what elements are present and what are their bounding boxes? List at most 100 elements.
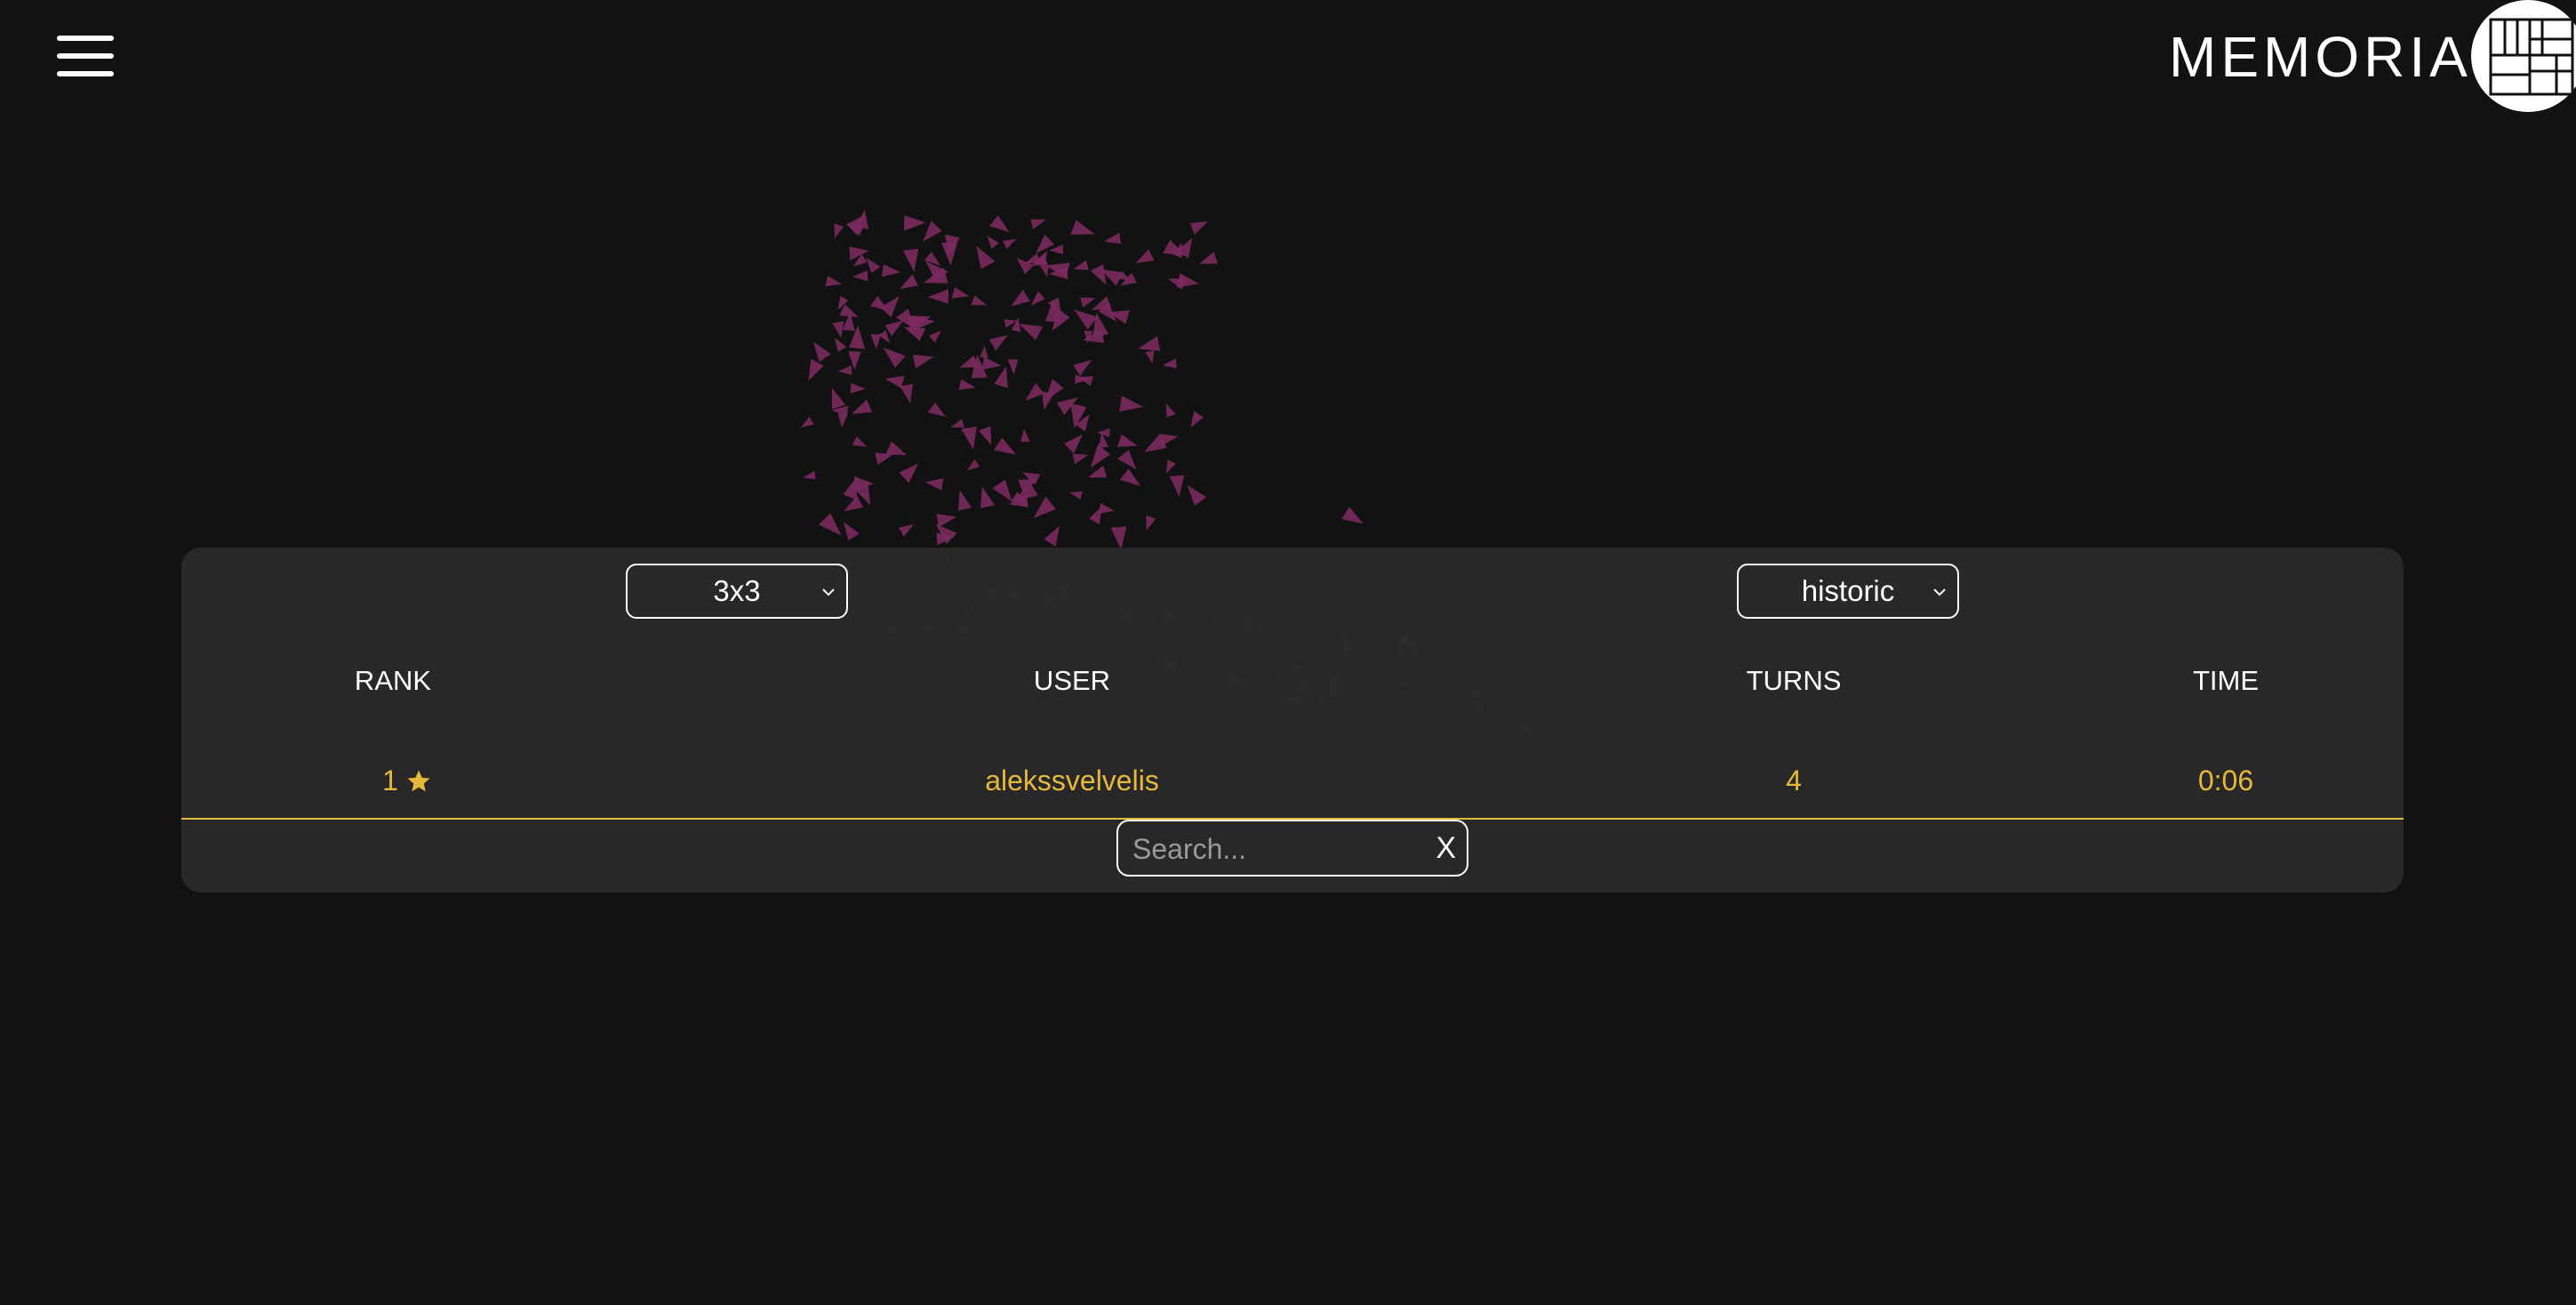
flock-bird-shape	[834, 337, 847, 352]
flock-bird-shape	[936, 532, 955, 546]
app-title: MEMORIA	[2169, 25, 2472, 89]
flock-bird-shape	[923, 220, 942, 242]
flock-bird-shape	[853, 476, 875, 491]
flock-bird-shape	[1019, 324, 1044, 340]
flock-bird-shape	[831, 388, 846, 410]
flock-bird-shape	[950, 419, 964, 428]
flock-bird-shape	[929, 330, 942, 343]
flock-bird-shape	[1144, 434, 1167, 452]
flock-bird-shape	[958, 379, 976, 390]
flock-bird-shape	[852, 480, 871, 506]
search-box: X	[1116, 820, 1468, 877]
period-select[interactable]: historic	[1737, 564, 1959, 619]
flock-bird-shape	[834, 223, 844, 239]
flock-bird-shape	[818, 513, 842, 536]
flock-bird-shape	[1092, 313, 1109, 337]
flock-bird-shape	[1030, 219, 1046, 229]
flock-bird-shape	[855, 209, 869, 229]
flock-bird-shape	[1145, 350, 1155, 364]
flock-bird-shape	[1110, 526, 1127, 550]
flock-bird-shape	[1031, 254, 1048, 266]
board-size-select[interactable]: 3x3	[626, 564, 848, 619]
flock-bird-shape	[1162, 358, 1177, 369]
search-input[interactable]	[1131, 829, 1419, 869]
flock-bird-shape	[1034, 250, 1048, 268]
flock-bird-shape	[1176, 237, 1193, 259]
flock-bird-shape	[837, 365, 852, 375]
flock-bird-shape	[878, 330, 891, 343]
flock-bird-shape	[1098, 303, 1116, 322]
flock-bird-shape	[907, 315, 932, 332]
flock-bird-shape	[1014, 481, 1038, 502]
flock-bird-shape	[848, 225, 864, 236]
rank-value: 1	[382, 765, 398, 797]
flock-bird-shape	[980, 486, 995, 508]
leaderboard-panel: 3x3 historic RANK USER TURNS TIME 1 alek…	[181, 548, 2404, 893]
flock-bird-shape	[981, 356, 1002, 370]
flock-bird-shape	[866, 258, 881, 274]
flock-bird-shape	[1117, 450, 1137, 470]
chevron-down-icon	[822, 588, 835, 596]
flock-bird-shape	[1104, 232, 1122, 244]
column-header-turns: TURNS	[1746, 665, 1842, 696]
flock-bird-shape	[976, 245, 996, 269]
flock-bird-shape	[902, 248, 919, 272]
flock-bird-shape	[923, 267, 948, 284]
hamburger-menu-icon[interactable]	[57, 36, 114, 76]
flock-bird-shape	[1075, 374, 1089, 384]
flock-bird-shape	[1007, 359, 1019, 375]
flock-bird-shape	[1189, 221, 1209, 235]
flock-bird-shape	[842, 312, 855, 332]
flock-bird-shape	[1088, 465, 1108, 478]
flock-bird-shape	[987, 236, 999, 249]
flock-bird-shape	[875, 452, 894, 465]
flock-bird-shape	[852, 270, 868, 282]
flock-bird-shape	[880, 296, 900, 317]
flock-bird-shape	[837, 413, 848, 428]
user-cell[interactable]: alekssvelvelis	[985, 765, 1159, 797]
flock-bird-shape	[1090, 264, 1107, 285]
flock-bird-shape	[884, 375, 905, 388]
flock-bird-shape	[1040, 264, 1049, 277]
flock-bird-shape	[1163, 239, 1187, 256]
table-row[interactable]: 1 alekssvelvelis 4 0:06	[181, 745, 2404, 820]
flock-bird-shape	[928, 402, 947, 417]
flock-bird-shape	[1041, 391, 1054, 411]
flock-bird-shape	[870, 296, 889, 311]
clear-search-button[interactable]: X	[1436, 829, 1456, 868]
flock-bird-shape	[1119, 468, 1141, 486]
flock-bird-shape	[885, 441, 908, 456]
flock-bird-shape	[936, 514, 957, 528]
page: MEMORIA 3x3 historic RANK USER TURNS TIM…	[0, 0, 2576, 1305]
flock-bird-shape	[803, 470, 816, 480]
grid-logo-icon[interactable]	[2471, 0, 2576, 112]
flock-bird-shape	[1190, 411, 1204, 428]
flock-bird-shape	[808, 358, 824, 381]
flock-bird-shape	[1073, 260, 1089, 270]
time-cell: 0:06	[2197, 765, 2254, 797]
flock-bird-shape	[1018, 478, 1038, 492]
flock-bird-shape	[1069, 491, 1083, 500]
flock-bird-shape	[1108, 310, 1130, 324]
flock-bird-shape	[1076, 413, 1090, 432]
flock-bird-shape	[850, 382, 866, 394]
board-size-value: 3x3	[713, 574, 761, 607]
flock-bird-shape	[1341, 507, 1364, 524]
flock-bird-shape	[1047, 297, 1061, 316]
flock-bird-shape	[989, 215, 1010, 233]
flock-bird-shape	[912, 315, 935, 332]
flock-bird-shape	[1080, 297, 1096, 308]
flock-bird-shape	[899, 524, 914, 537]
flock-bird-shape	[1045, 262, 1070, 278]
turns-cell: 4	[1786, 765, 1802, 797]
flock-bird-shape	[1135, 249, 1155, 264]
flock-bird-shape	[844, 495, 864, 512]
flock-bird-shape	[1172, 242, 1182, 259]
flock-bird-shape	[1016, 257, 1035, 275]
flock-bird-shape	[1168, 278, 1187, 290]
flock-bird-shape	[1119, 396, 1144, 412]
flock-bird-shape	[1011, 290, 1030, 307]
flock-bird-shape	[1116, 434, 1138, 447]
flock-bird-shape	[849, 325, 866, 349]
flock-bird-shape	[900, 274, 918, 290]
